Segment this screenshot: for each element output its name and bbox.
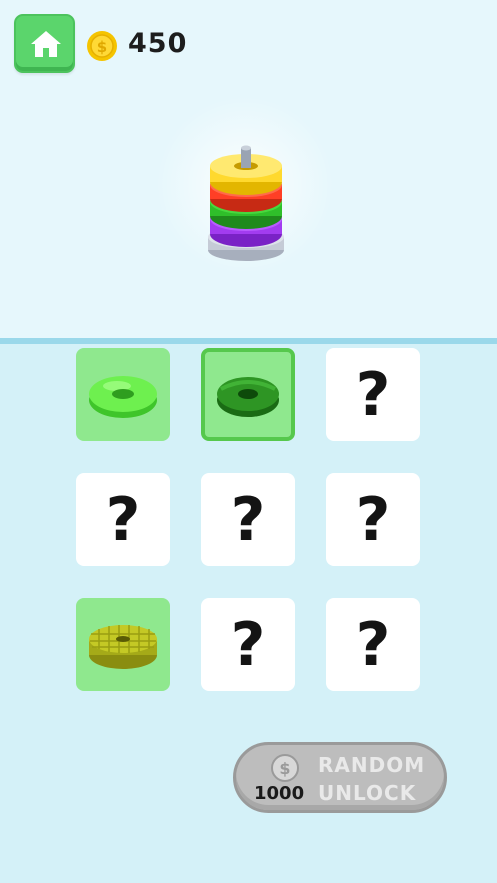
tile-dark-green-donut[interactable]: [201, 348, 295, 441]
tower-pole: [241, 148, 251, 168]
home-button[interactable]: [14, 14, 75, 73]
tile-waffle-ring[interactable]: [76, 598, 170, 691]
tile-locked[interactable]: ?: [201, 473, 295, 566]
coin-icon: $: [87, 31, 117, 61]
svg-text:$: $: [279, 759, 290, 778]
locked-question-mark: ?: [105, 484, 141, 555]
random-unlock-button[interactable]: $ 1000 RANDOM UNLOCK: [233, 742, 447, 813]
locked-question-mark: ?: [230, 609, 266, 680]
dollar-coin-icon: $: [271, 754, 299, 782]
locked-question-mark: ?: [355, 484, 391, 555]
random-label: RANDOM: [318, 753, 426, 777]
ring-tower-preview: [208, 145, 284, 261]
locked-question-mark: ?: [355, 609, 391, 680]
tile-locked[interactable]: ?: [76, 473, 170, 566]
tile-locked[interactable]: ?: [326, 348, 420, 441]
tile-locked[interactable]: ?: [326, 473, 420, 566]
unlock-price: 1000: [254, 783, 305, 804]
svg-text:$: $: [97, 38, 107, 56]
unlock-label: UNLOCK: [318, 781, 417, 805]
tile-locked[interactable]: ?: [326, 598, 420, 691]
locked-question-mark: ?: [230, 484, 266, 555]
locked-question-mark: ?: [355, 359, 391, 430]
coin-count: 450: [128, 28, 188, 59]
tile-light-green-donut[interactable]: [76, 348, 170, 441]
tile-locked[interactable]: ?: [201, 598, 295, 691]
waffle-ring-icon: [89, 624, 157, 669]
dark-green-donut-icon: [217, 376, 279, 417]
home-icon: [31, 31, 61, 57]
preview-area: $ 450: [0, 0, 497, 338]
light-green-donut-icon: [89, 375, 157, 418]
